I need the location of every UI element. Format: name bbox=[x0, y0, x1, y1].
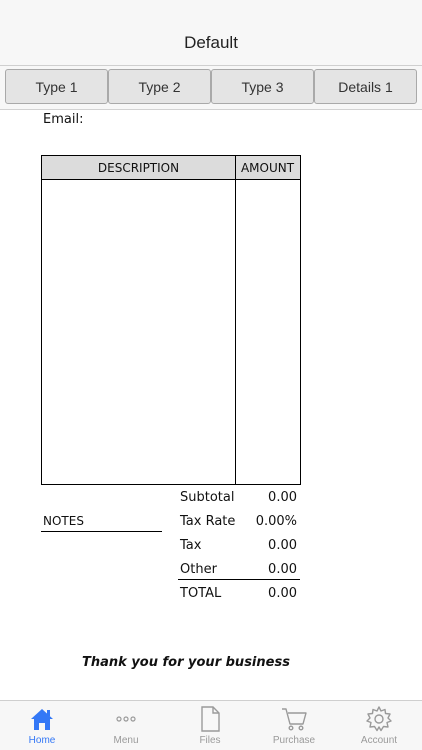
tab-purchase[interactable]: Purchase bbox=[252, 701, 336, 750]
tab-account-label: Account bbox=[360, 735, 398, 746]
gear-icon bbox=[366, 706, 392, 732]
file-icon bbox=[201, 706, 220, 732]
column-divider bbox=[235, 156, 236, 484]
tab-menu-label: Menu bbox=[113, 735, 139, 746]
table-header-row: DESCRIPTION AMOUNT bbox=[42, 156, 300, 180]
line-items-table[interactable]: DESCRIPTION AMOUNT bbox=[41, 155, 301, 485]
navigation-bar: Default bbox=[0, 0, 422, 66]
tax-rate-label: Tax Rate bbox=[180, 514, 236, 529]
tab-home-label: Home bbox=[28, 735, 56, 746]
tab-files[interactable]: Files bbox=[168, 701, 252, 750]
amount-header: AMOUNT bbox=[240, 161, 295, 175]
subtotal-label: Subtotal bbox=[180, 490, 235, 505]
description-header: DESCRIPTION bbox=[97, 161, 180, 175]
page-title: Default bbox=[184, 33, 238, 52]
tab-purchase-label: Purchase bbox=[272, 735, 316, 746]
other-value[interactable]: 0.00 bbox=[268, 562, 297, 577]
tax-value: 0.00 bbox=[268, 538, 297, 553]
total-value: 0.00 bbox=[268, 586, 297, 601]
tab-account[interactable]: Account bbox=[337, 701, 421, 750]
type-segments: Type 1 Type 2 Type 3 Details 1 bbox=[0, 66, 422, 110]
tax-label: Tax bbox=[180, 538, 202, 553]
total-divider bbox=[178, 579, 300, 580]
home-icon bbox=[31, 709, 53, 730]
tab-menu[interactable]: Menu bbox=[84, 701, 168, 750]
subtotal-value: 0.00 bbox=[268, 490, 297, 505]
segment-type-1[interactable]: Type 1 bbox=[5, 69, 108, 104]
tax-rate-value[interactable]: 0.00% bbox=[256, 514, 297, 529]
tab-home[interactable]: Home bbox=[0, 701, 84, 750]
cart-icon bbox=[282, 708, 307, 731]
other-label: Other bbox=[180, 562, 217, 577]
more-icon bbox=[116, 716, 136, 722]
notes-label: NOTES bbox=[43, 514, 84, 528]
segment-type-2[interactable]: Type 2 bbox=[108, 69, 211, 104]
notes-underline bbox=[41, 531, 162, 532]
tab-files-label: Files bbox=[199, 735, 221, 746]
segment-details-1[interactable]: Details 1 bbox=[314, 69, 417, 104]
thank-you-message: Thank you for your business bbox=[82, 655, 290, 670]
segment-type-3[interactable]: Type 3 bbox=[211, 69, 314, 104]
total-label: TOTAL bbox=[180, 586, 222, 601]
tab-bar: Home Menu Files Purchase Account bbox=[0, 700, 422, 750]
email-label: Email: bbox=[43, 112, 84, 127]
